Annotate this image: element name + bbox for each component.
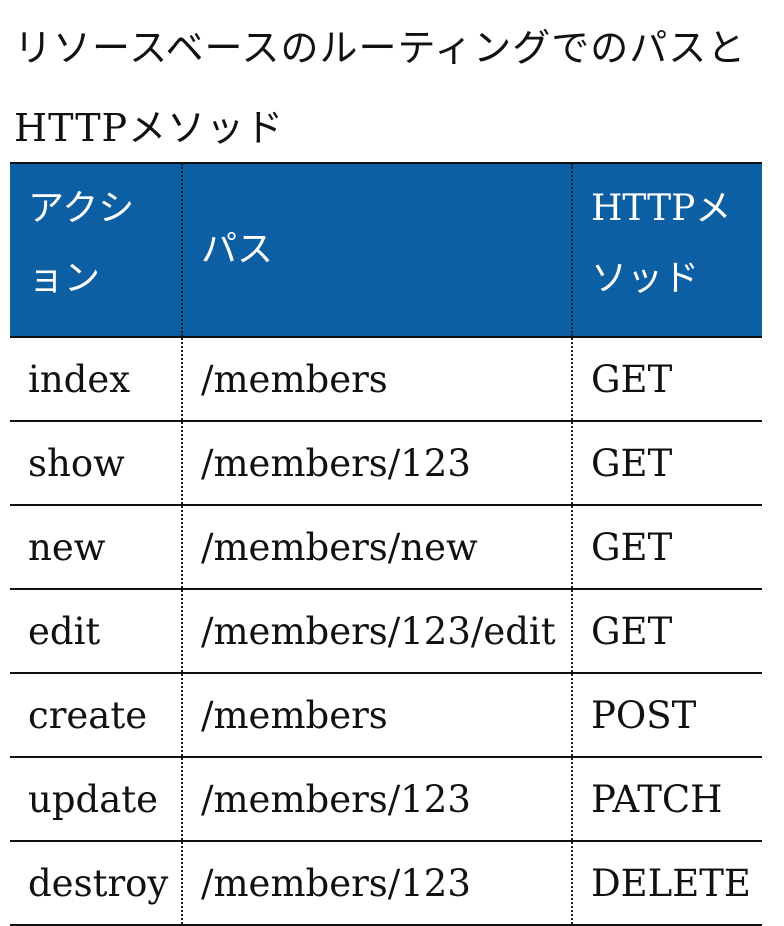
table-row: update /members/123 PATCH (10, 757, 762, 842)
method-cell: GET (572, 421, 762, 506)
path-cell: /members (182, 673, 573, 758)
method-cell: GET (572, 337, 762, 422)
header-path: パス (182, 163, 573, 337)
action-cell: destroy (10, 841, 183, 926)
method-cell: GET (572, 589, 762, 674)
header-http-method: HTTPメソッド (572, 163, 762, 337)
table-row: create /members POST (10, 673, 762, 758)
table-row: edit /members/123/edit GET (10, 589, 762, 674)
table-row: show /members/123 GET (10, 421, 762, 506)
action-cell: index (10, 337, 183, 422)
method-cell: DELETE (572, 841, 762, 926)
path-cell: /members/123 (182, 841, 573, 926)
table-header: アクション パス HTTPメソッド (10, 163, 762, 337)
action-cell: create (10, 673, 183, 758)
path-cell: /members (182, 337, 573, 422)
path-cell: /members/123 (182, 757, 573, 842)
action-cell: edit (10, 589, 183, 674)
table-row: destroy /members/123 DELETE (10, 841, 762, 926)
table-row: new /members/new GET (10, 505, 762, 590)
routes-table: アクション パス HTTPメソッド index /members GET sho… (10, 162, 762, 926)
header-row: アクション パス HTTPメソッド (10, 163, 762, 337)
table-body: index /members GET show /members/123 GET… (10, 337, 762, 926)
path-cell: /members/new (182, 505, 573, 590)
path-cell: /members/123 (182, 421, 573, 506)
action-cell: show (10, 421, 183, 506)
header-action: アクション (10, 163, 183, 337)
method-cell: PATCH (572, 757, 762, 842)
action-cell: update (10, 757, 183, 842)
page-title: リソースベースのルーティングでのパスとHTTPメソッド (14, 26, 747, 150)
table-row: index /members GET (10, 337, 762, 422)
action-cell: new (10, 505, 183, 590)
method-cell: POST (572, 673, 762, 758)
path-cell: /members/123/edit (182, 589, 573, 674)
method-cell: GET (572, 505, 762, 590)
